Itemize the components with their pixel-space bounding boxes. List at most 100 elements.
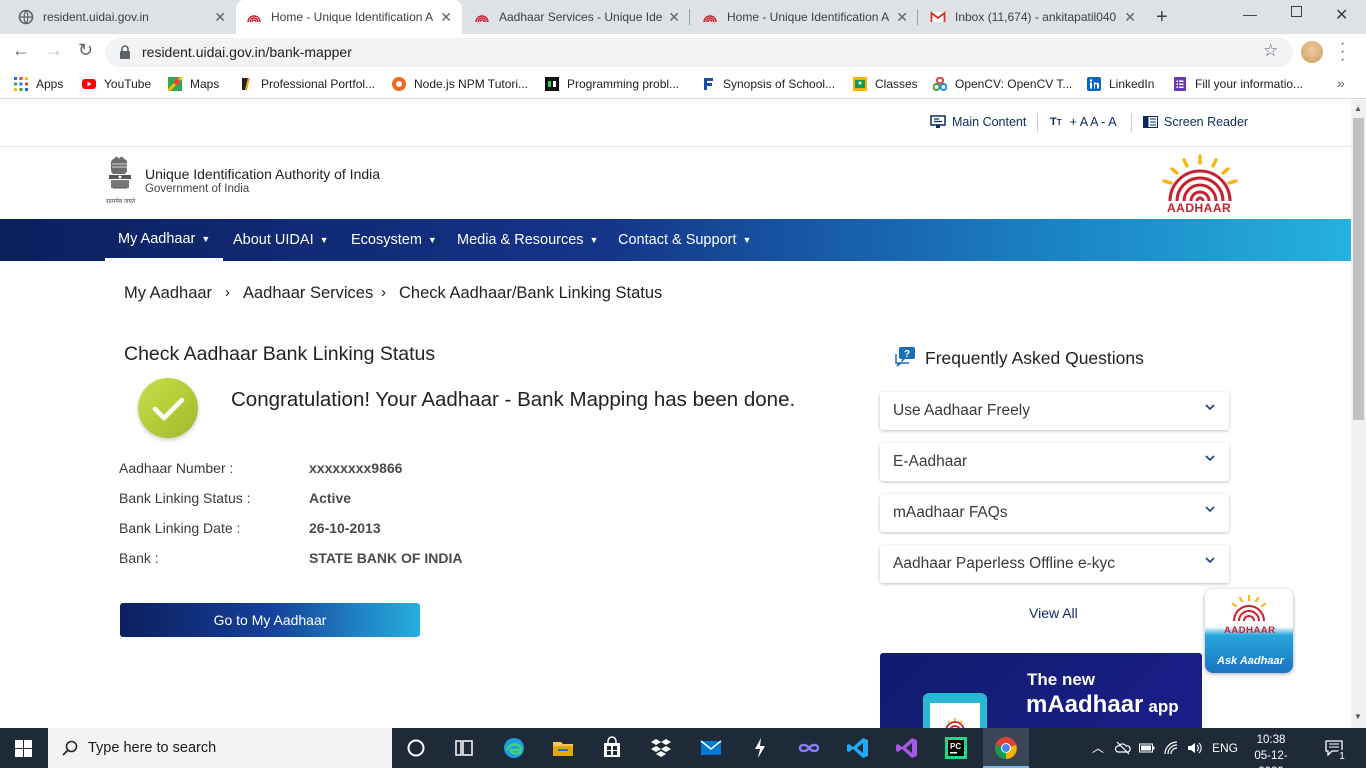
profile-avatar[interactable] bbox=[1301, 41, 1323, 63]
faq-view-all-link[interactable]: View All bbox=[1029, 605, 1078, 621]
back-icon[interactable]: ← bbox=[12, 40, 30, 61]
windows-taskbar: Type here to search PC ︿ ENG 10:38 05-12… bbox=[0, 728, 1366, 778]
close-tab-icon[interactable]: ✕ bbox=[440, 9, 452, 26]
omnibox[interactable]: resident.uidai.gov.in/bank-mapper ☆ bbox=[105, 38, 1293, 67]
close-tab-icon[interactable]: ✕ bbox=[668, 9, 680, 26]
chevron-down-icon: ▼ bbox=[319, 235, 329, 245]
browser-tab[interactable]: Aadhaar Services - Unique Identification… bbox=[464, 0, 690, 34]
nav-contact-support[interactable]: Contact & Support ▼ bbox=[618, 219, 751, 261]
dropbox-icon[interactable] bbox=[649, 736, 673, 760]
web-page: Main Content TT + A A - A Screen Reader … bbox=[0, 100, 1351, 728]
bookmark-linkedin[interactable]: LinkedIn bbox=[1087, 77, 1154, 91]
cortana-icon[interactable] bbox=[404, 736, 428, 760]
infinity-app-icon[interactable] bbox=[797, 736, 821, 760]
taskbar-search[interactable]: Type here to search bbox=[48, 728, 392, 768]
nav-ecosystem[interactable]: Ecosystem ▼ bbox=[351, 219, 437, 261]
success-message: Congratulation! Your Aadhaar - Bank Mapp… bbox=[231, 388, 796, 411]
nav-my-aadhaar[interactable]: My Aadhaar ▼ bbox=[105, 219, 224, 261]
bookmark-label: Node.js NPM Tutori... bbox=[414, 77, 529, 91]
bookmark-portfolio[interactable]: Professional Portfol... bbox=[239, 77, 375, 91]
maadhaar-banner[interactable]: The new mAadhaar app bbox=[880, 653, 1202, 728]
youtube-icon bbox=[82, 79, 96, 89]
lock-icon[interactable] bbox=[119, 45, 131, 59]
browser-tab[interactable]: Home - Unique Identification Authority ✕ bbox=[692, 0, 918, 34]
faq-item[interactable]: mAadhaar FAQs bbox=[880, 494, 1229, 532]
go-to-my-aadhaar-button[interactable]: Go to My Aadhaar bbox=[120, 603, 420, 637]
store-icon[interactable] bbox=[600, 736, 624, 760]
faq-item[interactable]: Use Aadhaar Freely bbox=[880, 392, 1229, 430]
text-size-control[interactable]: TT + A A - A bbox=[1050, 115, 1117, 129]
vscode-icon[interactable] bbox=[846, 736, 870, 760]
faq-item[interactable]: E-Aadhaar bbox=[880, 443, 1229, 481]
breadcrumb-separator-icon: › bbox=[225, 284, 230, 301]
pycharm-icon[interactable]: PC bbox=[944, 736, 968, 760]
file-explorer-icon[interactable] bbox=[551, 736, 575, 760]
bookmark-nodejs[interactable]: Node.js NPM Tutori... bbox=[392, 77, 528, 91]
bookmark-programming[interactable]: Programming probl... bbox=[545, 77, 679, 91]
faq-item[interactable]: Aadhaar Paperless Offline e-kyc bbox=[880, 545, 1229, 583]
nodejs-tutorial-icon bbox=[392, 77, 406, 91]
close-tab-icon[interactable]: ✕ bbox=[214, 9, 226, 26]
task-view-icon[interactable] bbox=[452, 736, 476, 760]
nav-about-uidai[interactable]: About UIDAI ▼ bbox=[233, 219, 329, 261]
edge-icon[interactable] bbox=[502, 736, 526, 760]
chrome-taskbar-active[interactable] bbox=[983, 728, 1029, 768]
main-content-link[interactable]: Main Content bbox=[930, 115, 1026, 129]
tray-chevron-up-icon[interactable]: ︿ bbox=[1092, 739, 1104, 756]
language-indicator[interactable]: ENG bbox=[1212, 741, 1238, 755]
new-tab-icon[interactable]: + bbox=[1156, 6, 1168, 29]
breadcrumb-aadhaar-services[interactable]: Aadhaar Services bbox=[243, 284, 373, 303]
close-window-icon[interactable]: ✕ bbox=[1335, 5, 1348, 25]
screen-reader-link[interactable]: Screen Reader bbox=[1143, 115, 1248, 129]
scrollbar-thumb[interactable] bbox=[1353, 118, 1364, 420]
chevron-down-icon bbox=[1205, 404, 1215, 411]
wifi-icon[interactable] bbox=[1163, 740, 1179, 756]
nav-label: About UIDAI bbox=[233, 232, 314, 248]
divider bbox=[0, 146, 1351, 147]
close-tab-icon[interactable]: ✕ bbox=[896, 9, 908, 26]
breadcrumb-my-aadhaar[interactable]: My Aadhaar bbox=[124, 284, 212, 303]
bookmark-maps[interactable]: Maps bbox=[168, 77, 219, 91]
scroll-down-icon[interactable]: ▼ bbox=[1354, 712, 1362, 721]
reload-icon[interactable]: ↻ bbox=[78, 40, 93, 61]
svg-text:PC: PC bbox=[950, 742, 961, 751]
nav-media-resources[interactable]: Media & Resources ▼ bbox=[457, 219, 598, 261]
breadcrumb-current: Check Aadhaar/Bank Linking Status bbox=[399, 284, 663, 302]
onedrive-offline-icon[interactable] bbox=[1115, 741, 1131, 755]
bookmark-label: YouTube bbox=[104, 77, 152, 91]
forward-icon[interactable]: → bbox=[45, 40, 63, 61]
ask-aadhaar-widget[interactable]: AADHAAR Ask Aadhaar bbox=[1205, 589, 1293, 673]
scroll-up-icon[interactable]: ▲ bbox=[1354, 104, 1362, 113]
aadhaar-favicon-icon bbox=[703, 15, 717, 23]
more-bookmarks-icon[interactable]: » bbox=[1337, 75, 1345, 91]
bookmark-opencv[interactable]: OpenCV: OpenCV T... bbox=[933, 77, 1072, 91]
bookmark-apps[interactable]: Apps bbox=[14, 77, 63, 91]
bookmark-youtube[interactable]: YouTube bbox=[82, 77, 151, 91]
bookmark-classes[interactable]: Classes bbox=[853, 77, 918, 91]
portfolio-icon bbox=[242, 78, 250, 90]
bookmark-label: Apps bbox=[36, 77, 64, 91]
clock-date: 05-12-2020 bbox=[1254, 750, 1288, 778]
browser-tab[interactable]: resident.uidai.gov.in ✕ bbox=[8, 0, 236, 34]
chevron-down-icon: ▼ bbox=[589, 235, 599, 245]
app-icon[interactable] bbox=[748, 736, 772, 760]
browser-menu-icon[interactable]: · · · bbox=[1340, 36, 1345, 68]
minimize-icon[interactable]: — bbox=[1243, 6, 1257, 22]
battery-icon[interactable] bbox=[1139, 742, 1155, 754]
clock[interactable]: 10:38 05-12-2020 bbox=[1246, 732, 1296, 780]
maximize-icon[interactable] bbox=[1291, 6, 1302, 17]
bookmark-star-icon[interactable]: ☆ bbox=[1263, 41, 1278, 61]
bookmark-form[interactable]: Fill your informatio... bbox=[1173, 77, 1303, 91]
aadhaar-logo[interactable]: AADHAAR bbox=[1154, 153, 1246, 215]
faq-chat-icon: ? bbox=[893, 346, 917, 368]
aadhaar-favicon-icon bbox=[247, 15, 261, 23]
aadhaar-sun-icon bbox=[945, 718, 965, 728]
bookmark-synopsis[interactable]: Synopsis of School... bbox=[701, 77, 835, 91]
volume-icon[interactable] bbox=[1186, 740, 1202, 756]
visual-studio-icon[interactable] bbox=[895, 736, 919, 760]
windows-start-icon[interactable] bbox=[15, 740, 32, 757]
browser-tab-active[interactable]: Home - Unique Identification Authority ✕ bbox=[236, 0, 462, 34]
close-tab-icon[interactable]: ✕ bbox=[1124, 9, 1136, 26]
browser-tab[interactable]: Inbox (11,674) - ankitapatil040 ✕ bbox=[920, 0, 1146, 34]
mail-icon[interactable] bbox=[699, 736, 723, 760]
